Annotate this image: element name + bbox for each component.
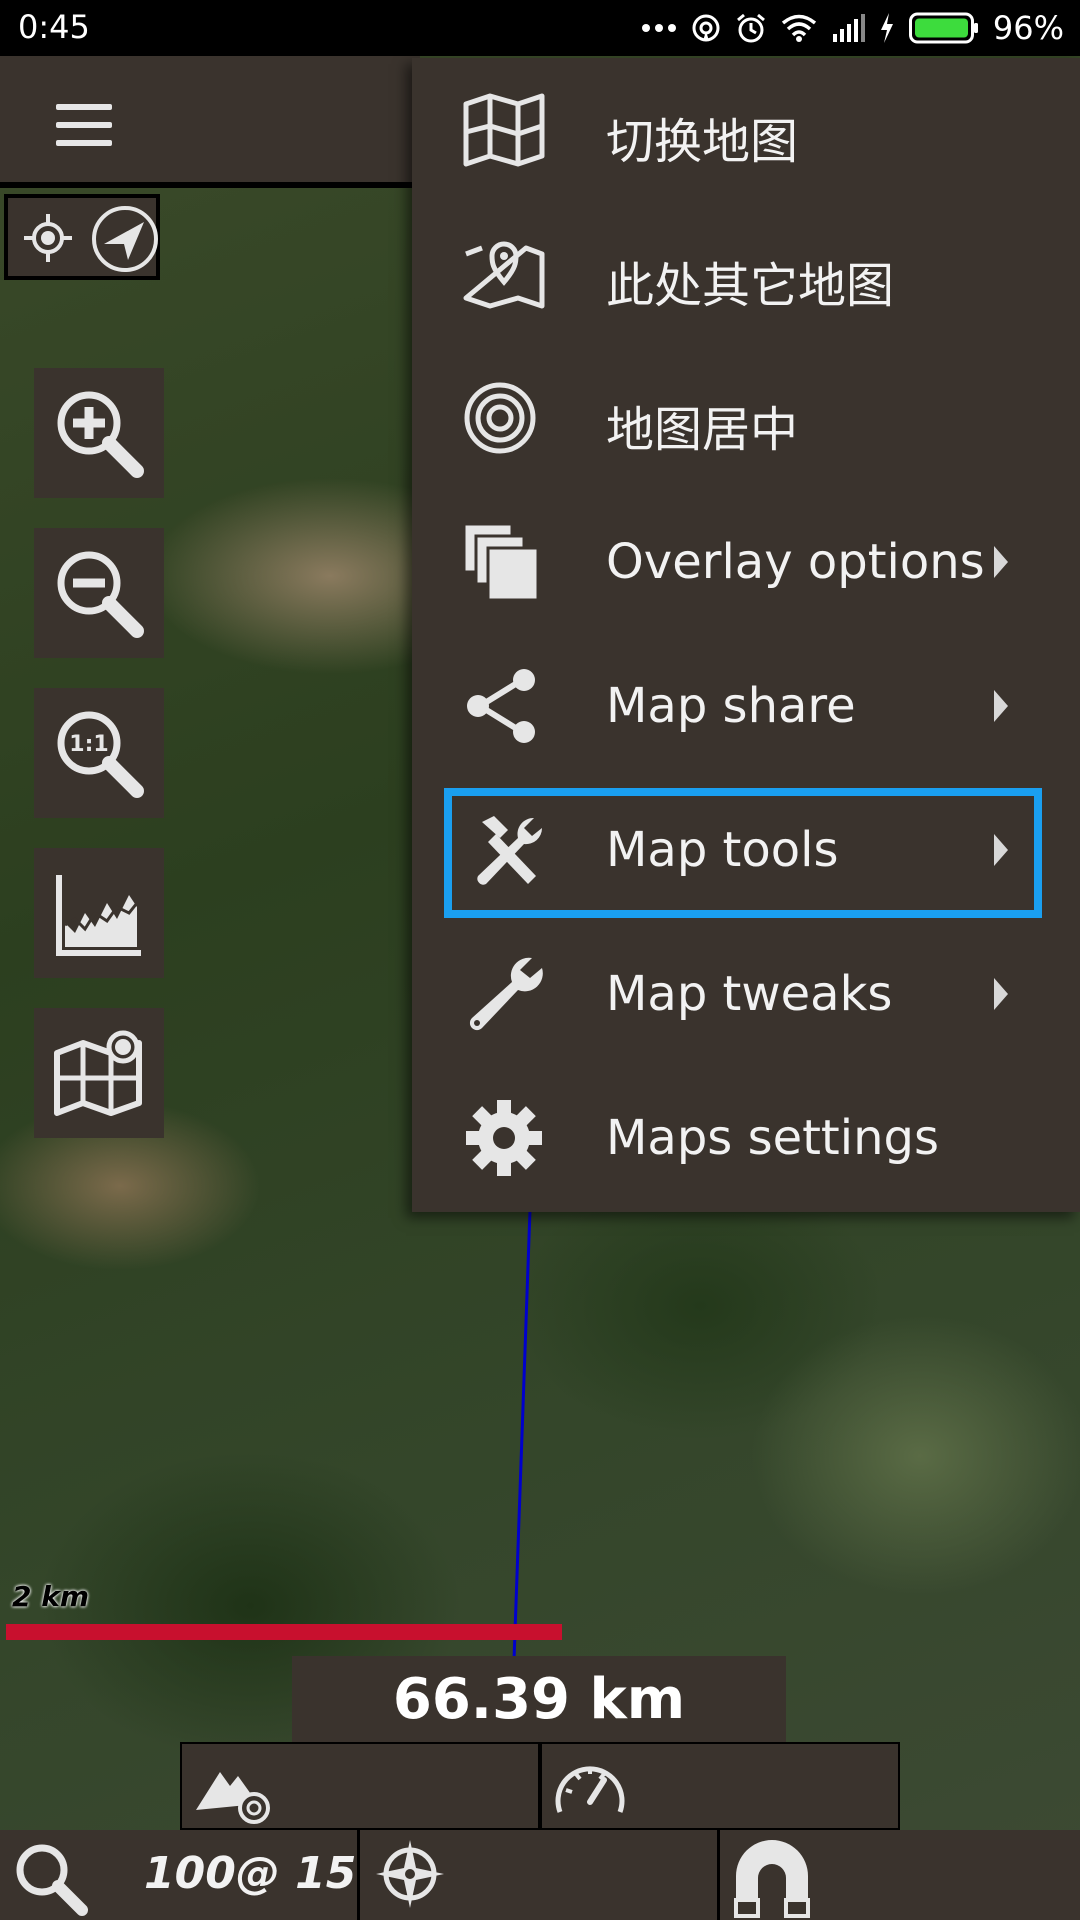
charging-icon xyxy=(880,13,893,43)
scale-bar xyxy=(6,1624,562,1640)
menu-item-label: 此处其它地图 xyxy=(606,258,895,314)
menu-item-overlay-options[interactable]: Overlay options xyxy=(412,490,1080,634)
zoom-out-icon xyxy=(57,551,144,638)
search-icon xyxy=(16,1844,88,1916)
menu-item-label: 切换地图 xyxy=(606,114,799,170)
menu-item-switch-map[interactable]: 切换地图 xyxy=(412,58,1080,202)
wifi-icon xyxy=(781,14,816,42)
menu-item-map-share[interactable]: Map share xyxy=(412,634,1080,778)
submenu-arrow-icon xyxy=(994,546,1008,578)
elevation-widget[interactable] xyxy=(180,1742,540,1830)
speedometer-icon xyxy=(555,1766,625,1813)
menu-item-label: Maps settings xyxy=(606,1110,939,1166)
alarm-icon xyxy=(736,13,765,43)
zoom-1-1-icon: 1:1 xyxy=(57,711,144,798)
wrench-icon xyxy=(469,957,543,1031)
top-action-bar xyxy=(0,56,420,188)
menu-item-other-maps-here[interactable]: 此处其它地图 xyxy=(412,202,1080,346)
distance-readout: 66.39 km (002°) xyxy=(292,1656,786,1820)
zoom-in-button[interactable] xyxy=(34,368,164,498)
magnet-icon xyxy=(734,1840,810,1918)
zoom-1-1-button[interactable]: 1:1 xyxy=(34,688,164,818)
hotspot-icon xyxy=(692,14,720,42)
hamburger-menu-icon[interactable] xyxy=(56,104,112,146)
gear-icon xyxy=(466,1100,542,1176)
map-search-icon xyxy=(54,1030,142,1116)
crosshair-gps-icon[interactable] xyxy=(22,212,74,264)
scale-label: 2 km xyxy=(12,1580,90,1613)
signal-icon xyxy=(832,14,865,42)
zoom-out-button[interactable] xyxy=(34,528,164,658)
more-dots-icon xyxy=(641,24,676,32)
map-pin-icon xyxy=(463,241,545,309)
battery-percent: 96% xyxy=(992,9,1064,47)
layers-icon xyxy=(462,524,540,600)
gps-segment[interactable] xyxy=(360,1830,720,1920)
mountain-gauge-icon xyxy=(196,1772,270,1824)
search-segment[interactable]: 100@ 15 xyxy=(0,1830,360,1920)
map-icon xyxy=(463,93,545,167)
speed-widget[interactable] xyxy=(540,1742,900,1830)
status-time: 0:45 xyxy=(18,8,90,46)
submenu-arrow-icon xyxy=(994,690,1008,722)
map-search-button[interactable] xyxy=(34,1008,164,1138)
svg-text:1:1: 1:1 xyxy=(69,732,108,757)
compass-rose-icon xyxy=(376,1840,444,1908)
menu-item-map-tweaks[interactable]: Map tweaks xyxy=(412,922,1080,1066)
zoom-readout: 100@ 15 xyxy=(144,1848,357,1899)
target-icon xyxy=(464,382,536,454)
elevation-chart-icon xyxy=(56,875,141,956)
battery-icon xyxy=(908,12,978,44)
bottom-bar: 100@ 15 xyxy=(0,1830,1080,1920)
menu-item-label: Overlay options xyxy=(606,534,985,590)
magnet-segment[interactable] xyxy=(720,1830,1080,1920)
map-options-menu: 切换地图 此处其它地图 地图居中 Overlay options Map sha… xyxy=(412,58,1080,1212)
menu-item-maps-settings[interactable]: Maps settings xyxy=(412,1066,1080,1210)
compass-arrow-icon[interactable] xyxy=(90,204,160,274)
status-bar: 0:45 96% xyxy=(0,0,1080,56)
menu-item-label: 地图居中 xyxy=(606,402,799,458)
menu-item-center-map[interactable]: 地图居中 xyxy=(412,346,1080,490)
highlight-box xyxy=(444,788,1042,918)
zoom-in-icon xyxy=(57,391,144,478)
submenu-arrow-icon xyxy=(994,978,1008,1010)
share-icon xyxy=(467,669,535,743)
location-controls xyxy=(4,194,160,280)
menu-item-label: Map tweaks xyxy=(606,966,893,1022)
elevation-chart-button[interactable] xyxy=(34,848,164,978)
menu-item-label: Map share xyxy=(606,678,856,734)
